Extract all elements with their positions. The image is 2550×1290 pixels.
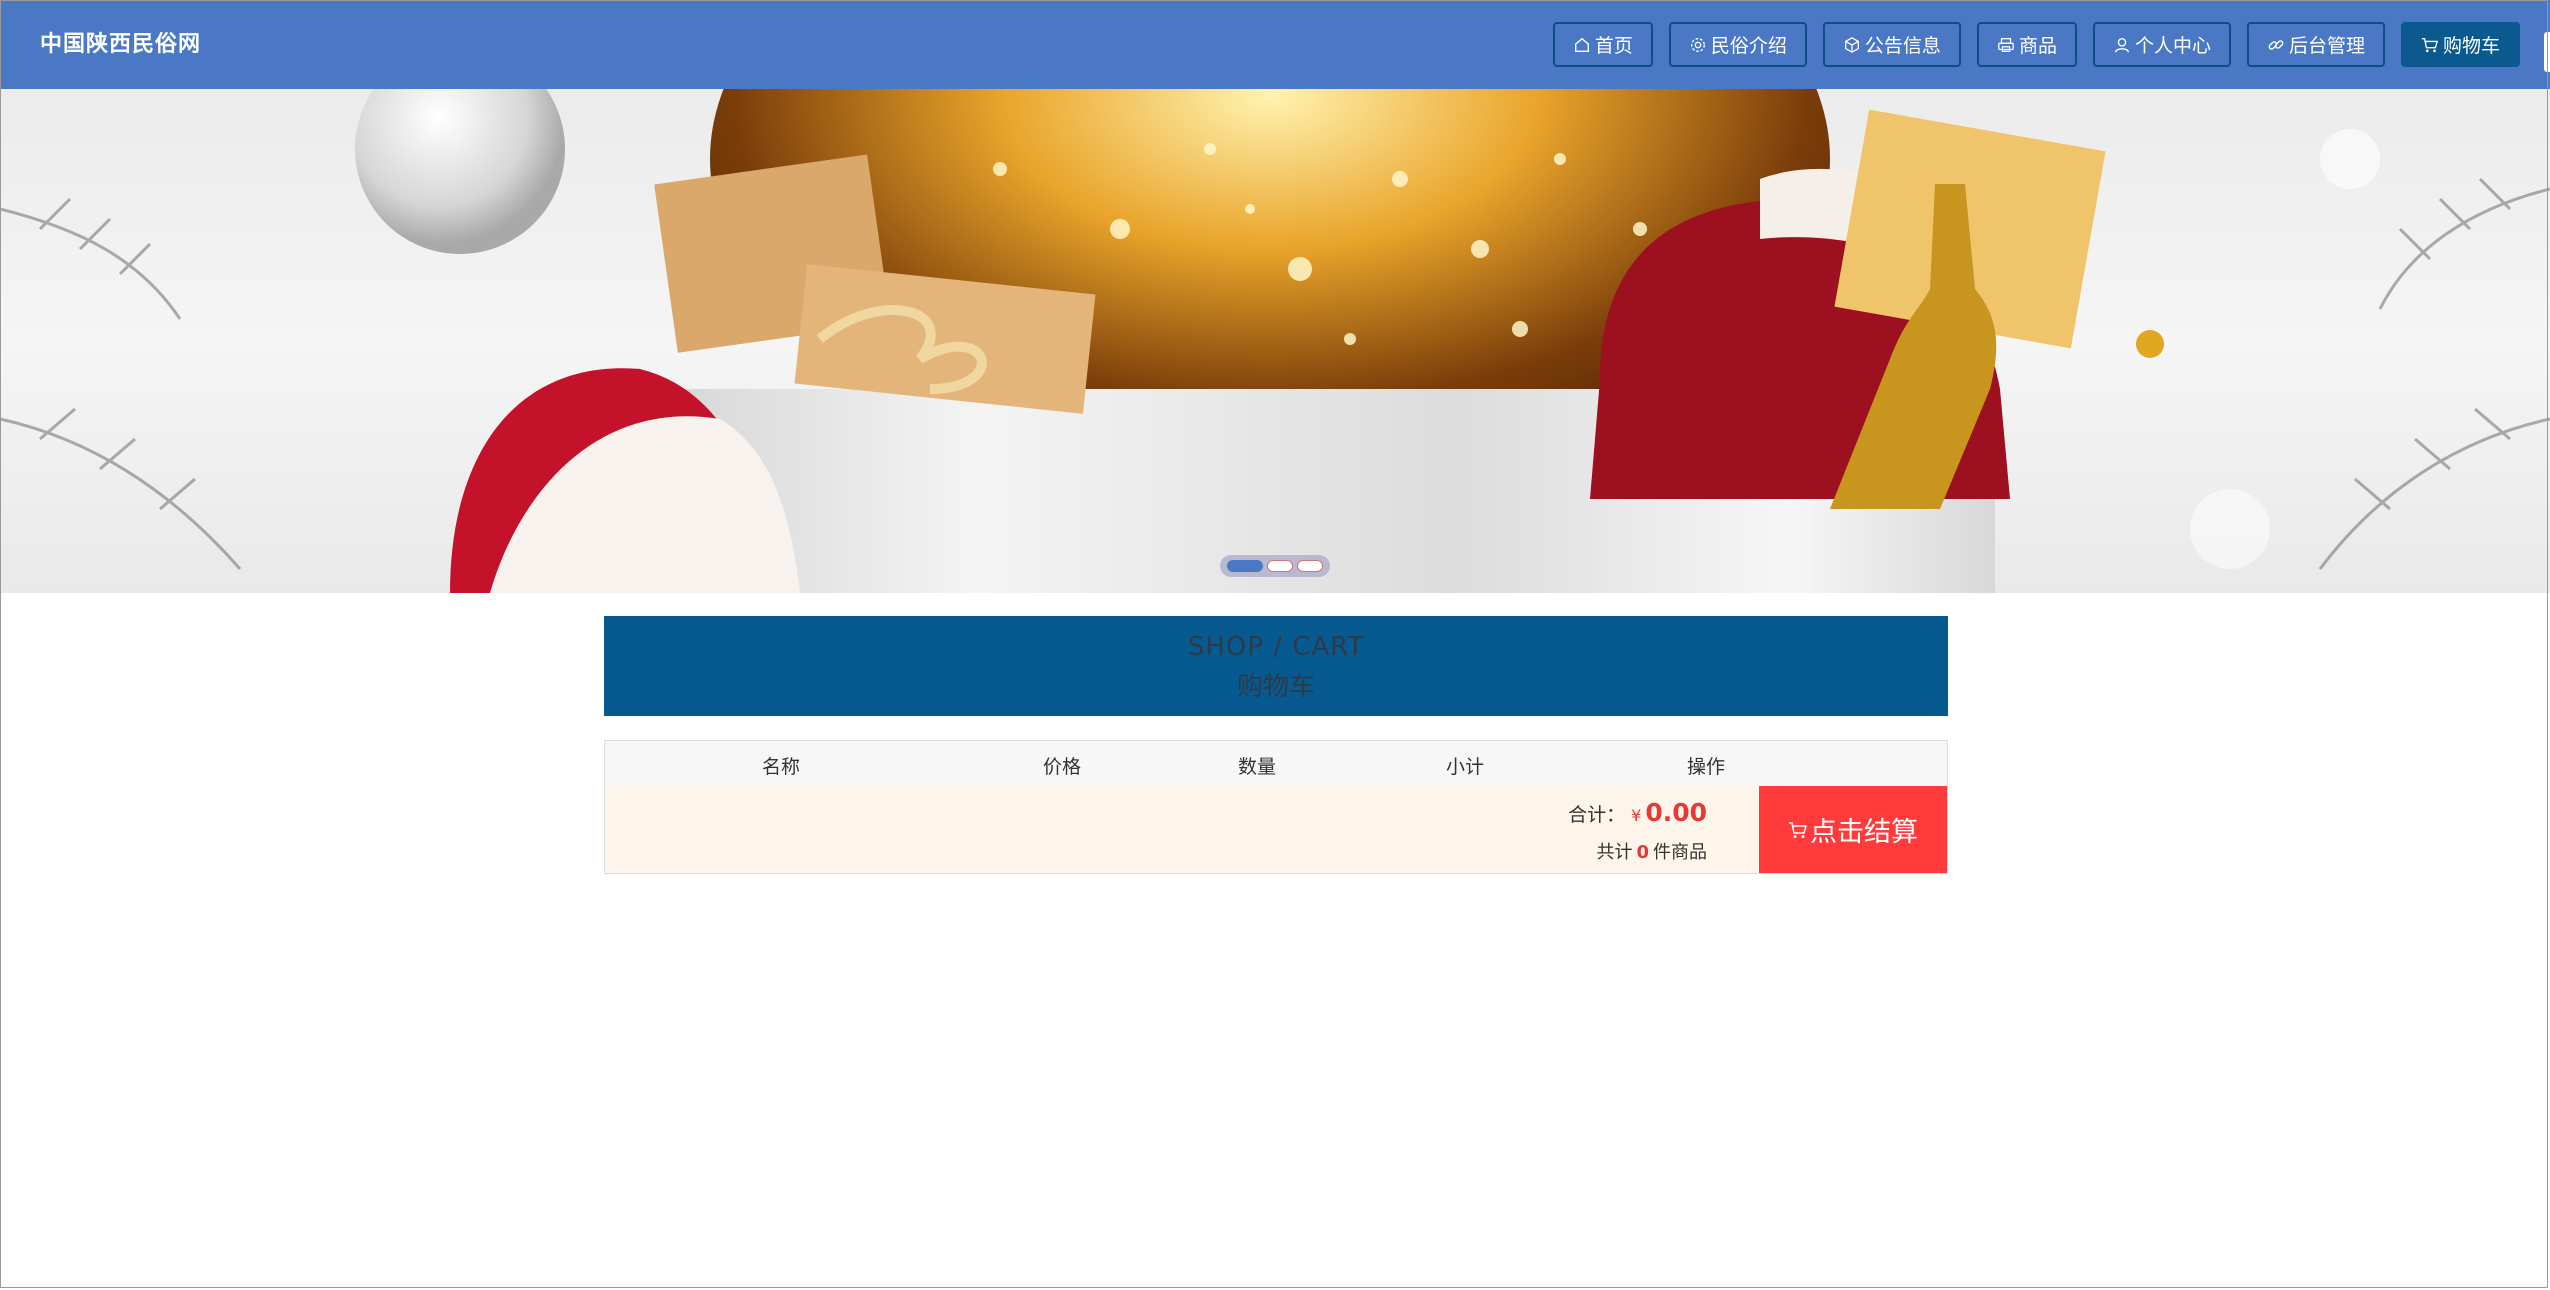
user-icon xyxy=(2114,37,2129,52)
site-brand[interactable]: 中国陕西民俗网 xyxy=(40,26,201,58)
column-price-header: 价格 xyxy=(1043,756,1082,778)
count-suffix: 件商品 xyxy=(1653,842,1707,863)
nav-menu: 首页 民俗介绍 公告信息 商品 个人中心 后台管理 购物车 xyxy=(1552,22,2520,67)
nav-home-label: 首页 xyxy=(1594,35,1633,57)
banner-carousel[interactable] xyxy=(0,89,2550,593)
section-title-bar: SHOP / CART 购物车 xyxy=(604,616,1948,716)
box-icon xyxy=(1844,36,1859,53)
cart-icon xyxy=(1789,821,1807,838)
cart-table: 名称 价格 数量 小计 操作 合计： ¥0.00 共计 0 件商品 点击结算 xyxy=(604,740,1948,874)
gear-icon xyxy=(1690,37,1705,52)
nav-notice-label: 公告信息 xyxy=(1864,35,1941,57)
count-value: 0 xyxy=(1636,842,1649,863)
nav-goods-button[interactable]: 商品 xyxy=(1976,22,2077,67)
scroll-indicator xyxy=(2544,32,2550,72)
nav-profile-label: 个人中心 xyxy=(2134,35,2211,57)
christmas-banner-image xyxy=(0,89,2550,593)
section-title-en: SHOP / CART xyxy=(1187,632,1365,662)
carousel-dot-2[interactable] xyxy=(1267,560,1293,572)
carousel-indicators xyxy=(1220,555,1330,577)
column-quantity-header: 数量 xyxy=(1238,756,1277,778)
checkout-button[interactable]: 点击结算 xyxy=(1759,786,1947,873)
nav-admin-button[interactable]: 后台管理 xyxy=(2246,22,2385,67)
link-icon xyxy=(2268,39,2284,50)
cart-summary-row: 合计： ¥0.00 共计 0 件商品 点击结算 xyxy=(605,786,1947,873)
carousel-dot-3[interactable] xyxy=(1297,560,1323,572)
nav-folk-intro-label: 民俗介绍 xyxy=(1710,35,1787,57)
cart-total: 合计： ¥0.00 xyxy=(1568,798,1707,827)
nav-notice-button[interactable]: 公告信息 xyxy=(1822,22,1961,67)
currency-symbol: ¥ xyxy=(1631,806,1642,825)
count-prefix: 共计 xyxy=(1596,842,1633,863)
carousel-dot-1[interactable] xyxy=(1227,560,1263,572)
nav-folk-intro-button[interactable]: 民俗介绍 xyxy=(1668,22,1807,67)
nav-cart-button[interactable]: 购物车 xyxy=(2400,22,2520,67)
cart-icon xyxy=(2421,37,2439,52)
cart-table-header: 名称 价格 数量 小计 操作 xyxy=(605,741,1947,787)
print-icon xyxy=(1998,37,2014,52)
top-navbar: 中国陕西民俗网 首页 民俗介绍 公告信息 商品 个人中心 后台管理 购物车 xyxy=(0,0,2550,89)
section-title-cn: 购物车 xyxy=(1236,672,1315,702)
total-amount: 0.00 xyxy=(1645,798,1707,827)
column-action-header: 操作 xyxy=(1687,756,1726,778)
total-label: 合计： xyxy=(1568,804,1626,826)
nav-cart-label: 购物车 xyxy=(2442,35,2500,57)
cart-item-count: 共计 0 件商品 xyxy=(1596,838,1707,864)
home-icon xyxy=(1574,37,1589,52)
nav-profile-button[interactable]: 个人中心 xyxy=(2092,22,2231,67)
checkout-label: 点击结算 xyxy=(1810,817,1918,848)
column-name-header: 名称 xyxy=(762,756,801,778)
nav-home-button[interactable]: 首页 xyxy=(1552,22,1653,67)
nav-goods-label: 商品 xyxy=(2018,35,2057,57)
nav-admin-label: 后台管理 xyxy=(2288,35,2365,57)
column-subtotal-header: 小计 xyxy=(1446,756,1485,778)
